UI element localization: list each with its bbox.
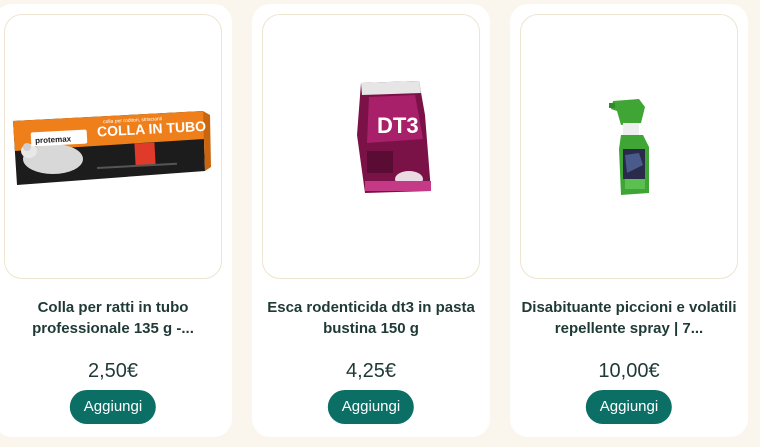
product-name[interactable]: Esca rodenticida dt3 in pasta bustina 15… bbox=[258, 297, 484, 339]
product-image-spray bbox=[521, 15, 737, 278]
product-image-frame[interactable]: protemax COLLA IN TUBO colla per roditor… bbox=[4, 14, 222, 279]
product-name[interactable]: Colla per ratti in tubo professionale 13… bbox=[0, 297, 226, 339]
product-card-esca-dt3[interactable]: DT3 Esca rodenticida dt3 in pasta bustin… bbox=[252, 4, 490, 437]
add-to-cart-button[interactable]: Aggiungi bbox=[585, 390, 673, 424]
product-price: 10,00€ bbox=[598, 360, 660, 382]
product-image-frame[interactable]: DT3 bbox=[262, 14, 480, 279]
product-grid: protemax COLLA IN TUBO colla per roditor… bbox=[0, 0, 760, 447]
add-to-cart-button[interactable]: Aggiungi bbox=[327, 390, 415, 424]
product-card-colla-tubo[interactable]: protemax COLLA IN TUBO colla per roditor… bbox=[0, 4, 232, 437]
product-image-frame[interactable] bbox=[520, 14, 738, 279]
brand-label: protemax bbox=[35, 134, 72, 145]
bag-brand: DT3 bbox=[377, 113, 419, 138]
product-name-text[interactable]: Disabituante piccioni e volatili repelle… bbox=[516, 297, 742, 339]
product-image-colla-tubo: protemax COLLA IN TUBO colla per roditor… bbox=[5, 15, 221, 278]
product-name-text[interactable]: Colla per ratti in tubo professionale 13… bbox=[0, 297, 226, 339]
product-name-text[interactable]: Esca rodenticida dt3 in pasta bustina 15… bbox=[258, 297, 484, 339]
product-price: 2,50€ bbox=[87, 360, 139, 382]
add-to-cart-button[interactable]: Aggiungi bbox=[69, 390, 157, 424]
product-card-disabituante-spray[interactable]: Disabituante piccioni e volatili repelle… bbox=[510, 4, 748, 437]
product-price: 4,25€ bbox=[345, 360, 397, 382]
product-name[interactable]: Disabituante piccioni e volatili repelle… bbox=[516, 297, 742, 339]
product-image-esca-dt3: DT3 bbox=[263, 15, 479, 278]
